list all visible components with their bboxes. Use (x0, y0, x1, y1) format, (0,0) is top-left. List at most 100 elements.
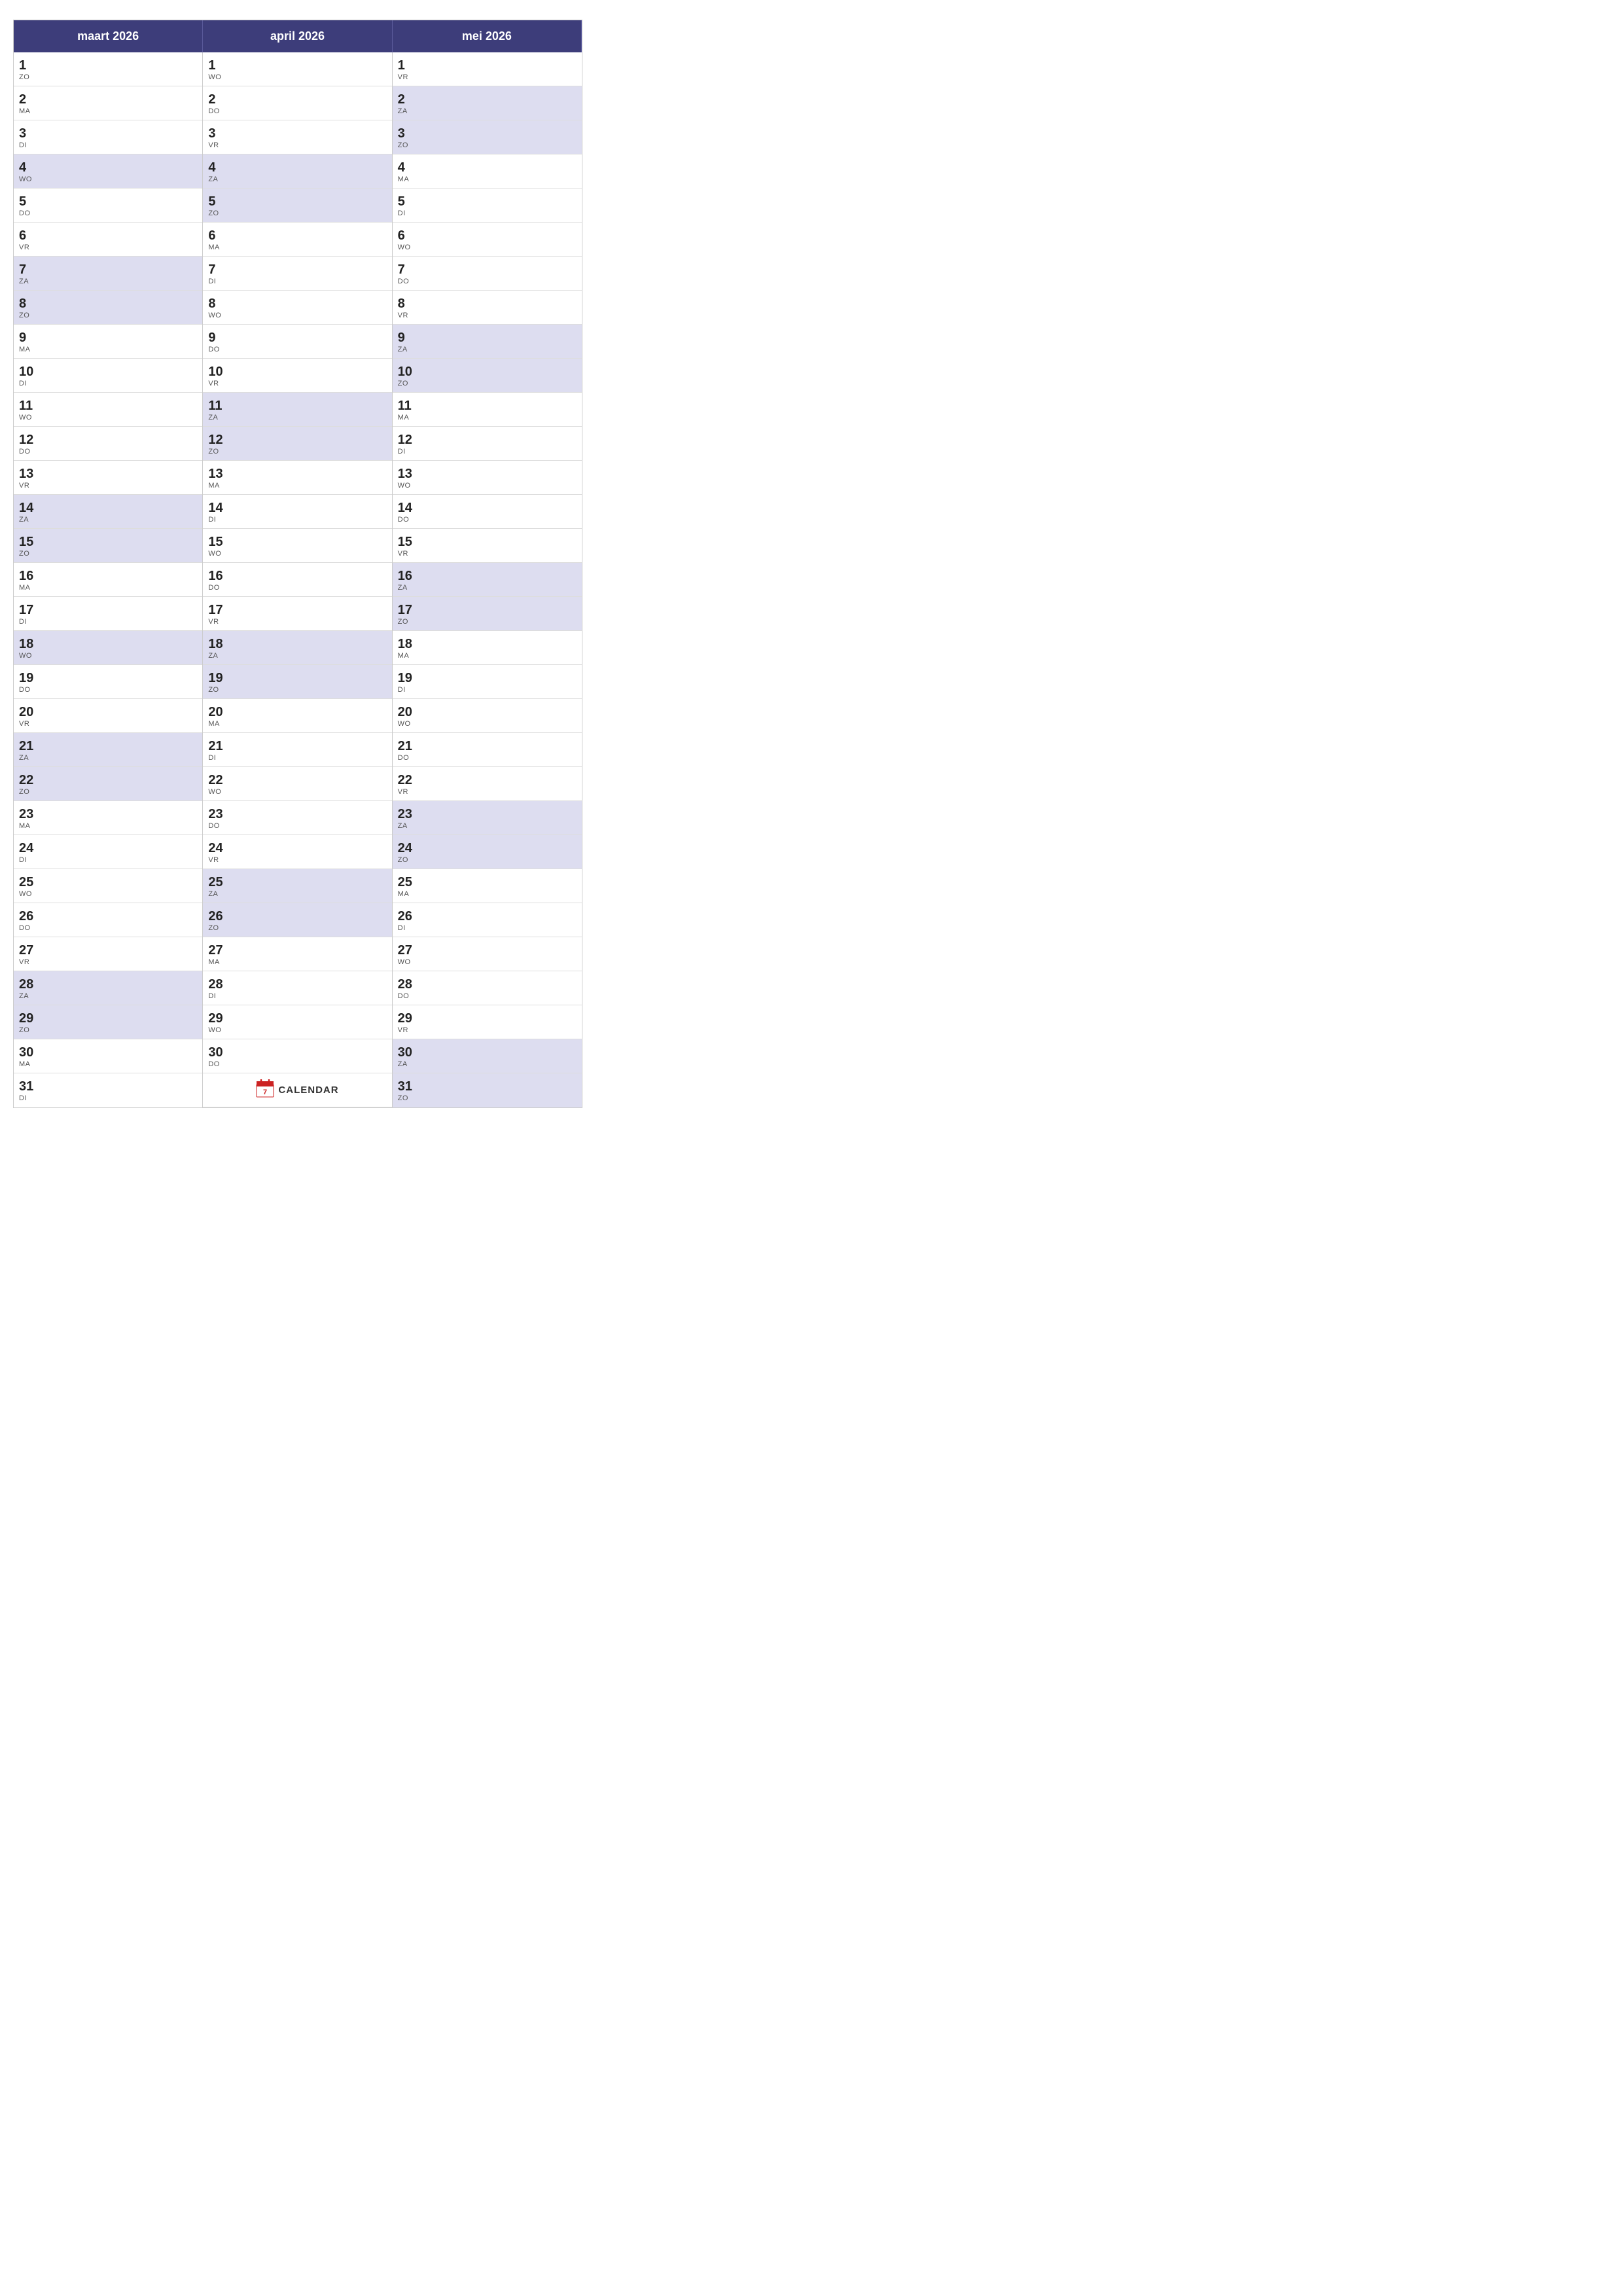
day-row-2-7: 8VR (393, 291, 582, 325)
day-row-0-22: 23MA (14, 801, 202, 835)
day-abbr-2-3: MA (398, 175, 577, 183)
day-abbr-1-7: WO (208, 312, 386, 319)
day-abbr-0-29: MA (19, 1060, 197, 1068)
day-number-2-27: 28 (398, 977, 577, 992)
day-number-2-10: 11 (398, 398, 577, 414)
day-number-0-9: 10 (19, 364, 197, 380)
day-row-1-6: 7DI (203, 257, 391, 291)
month-header-0: maart 2026 (14, 20, 203, 52)
day-row-2-30: 31ZO (393, 1073, 582, 1107)
day-abbr-2-7: VR (398, 312, 577, 319)
day-number-2-6: 7 (398, 262, 577, 278)
day-abbr-1-9: VR (208, 380, 386, 387)
day-row-2-6: 7DO (393, 257, 582, 291)
day-row-1-13: 14DI (203, 495, 391, 529)
day-row-1-12: 13MA (203, 461, 391, 495)
day-abbr-0-19: VR (19, 720, 197, 728)
day-row-0-23: 24DI (14, 835, 202, 869)
day-abbr-1-21: WO (208, 788, 386, 796)
day-row-0-30: 31DI (14, 1073, 202, 1107)
day-row-2-19: 20WO (393, 699, 582, 733)
calendar-container: maart 2026april 2026mei 20261ZO2MA3DI4WO… (0, 0, 596, 1121)
day-abbr-1-24: ZA (208, 890, 386, 898)
day-row-1-20: 21DI (203, 733, 391, 767)
day-number-0-0: 1 (19, 58, 197, 73)
day-row-1-3: 4ZA (203, 154, 391, 188)
day-abbr-1-1: DO (208, 107, 386, 115)
day-row-1-7: 8WO (203, 291, 391, 325)
day-abbr-2-17: MA (398, 652, 577, 660)
day-number-1-28: 29 (208, 1011, 386, 1026)
day-number-2-13: 14 (398, 500, 577, 516)
day-abbr-0-25: DO (19, 924, 197, 932)
day-number-1-16: 17 (208, 602, 386, 618)
day-number-0-7: 8 (19, 296, 197, 312)
day-abbr-2-9: ZO (398, 380, 577, 387)
day-number-0-10: 11 (19, 398, 197, 414)
day-abbr-1-18: ZO (208, 686, 386, 694)
day-row-2-3: 4MA (393, 154, 582, 188)
day-row-0-7: 8ZO (14, 291, 202, 325)
day-row-0-0: 1ZO (14, 52, 202, 86)
day-row-1-8: 9DO (203, 325, 391, 359)
day-number-2-20: 21 (398, 738, 577, 754)
day-number-1-0: 1 (208, 58, 386, 73)
day-number-1-14: 15 (208, 534, 386, 550)
day-abbr-1-10: ZA (208, 414, 386, 422)
day-number-2-28: 29 (398, 1011, 577, 1026)
day-abbr-2-27: DO (398, 992, 577, 1000)
days-col-2: 1VR2ZA3ZO4MA5DI6WO7DO8VR9ZA10ZO11MA12DI1… (393, 52, 582, 1107)
day-number-1-2: 3 (208, 126, 386, 141)
day-row-2-26: 27WO (393, 937, 582, 971)
day-abbr-1-4: ZO (208, 209, 386, 217)
day-row-0-1: 2MA (14, 86, 202, 120)
day-abbr-1-6: DI (208, 278, 386, 285)
day-number-0-22: 23 (19, 806, 197, 822)
day-abbr-2-24: MA (398, 890, 577, 898)
day-abbr-0-15: MA (19, 584, 197, 592)
day-abbr-1-12: MA (208, 482, 386, 490)
day-number-1-26: 27 (208, 942, 386, 958)
day-abbr-0-11: DO (19, 448, 197, 456)
calendar-logo: 7 CALENDAR (203, 1073, 391, 1107)
day-number-0-17: 18 (19, 636, 197, 652)
day-number-1-27: 28 (208, 977, 386, 992)
day-number-2-26: 27 (398, 942, 577, 958)
day-row-0-6: 7ZA (14, 257, 202, 291)
day-abbr-0-2: DI (19, 141, 197, 149)
day-row-1-16: 17VR (203, 597, 391, 631)
day-number-0-15: 16 (19, 568, 197, 584)
day-row-0-5: 6VR (14, 223, 202, 257)
day-number-2-4: 5 (398, 194, 577, 209)
day-row-2-21: 22VR (393, 767, 582, 801)
day-row-0-13: 14ZA (14, 495, 202, 529)
day-abbr-0-1: MA (19, 107, 197, 115)
day-abbr-0-13: ZA (19, 516, 197, 524)
day-row-2-14: 15VR (393, 529, 582, 563)
day-number-2-25: 26 (398, 908, 577, 924)
day-abbr-2-18: DI (398, 686, 577, 694)
day-row-1-24: 25ZA (203, 869, 391, 903)
day-row-1-25: 26ZO (203, 903, 391, 937)
day-row-0-17: 18WO (14, 631, 202, 665)
day-number-2-23: 24 (398, 840, 577, 856)
day-number-1-1: 2 (208, 92, 386, 107)
day-row-1-22: 23DO (203, 801, 391, 835)
day-row-2-2: 3ZO (393, 120, 582, 154)
day-number-0-29: 30 (19, 1045, 197, 1060)
day-number-1-17: 18 (208, 636, 386, 652)
day-abbr-1-29: DO (208, 1060, 386, 1068)
day-number-0-12: 13 (19, 466, 197, 482)
day-number-2-8: 9 (398, 330, 577, 346)
day-abbr-1-28: WO (208, 1026, 386, 1034)
day-abbr-0-0: ZO (19, 73, 197, 81)
day-number-0-14: 15 (19, 534, 197, 550)
day-abbr-2-5: WO (398, 243, 577, 251)
day-row-0-14: 15ZO (14, 529, 202, 563)
day-number-2-24: 25 (398, 874, 577, 890)
day-number-2-11: 12 (398, 432, 577, 448)
day-number-1-7: 8 (208, 296, 386, 312)
day-abbr-1-17: ZA (208, 652, 386, 660)
day-number-2-18: 19 (398, 670, 577, 686)
day-number-0-5: 6 (19, 228, 197, 243)
